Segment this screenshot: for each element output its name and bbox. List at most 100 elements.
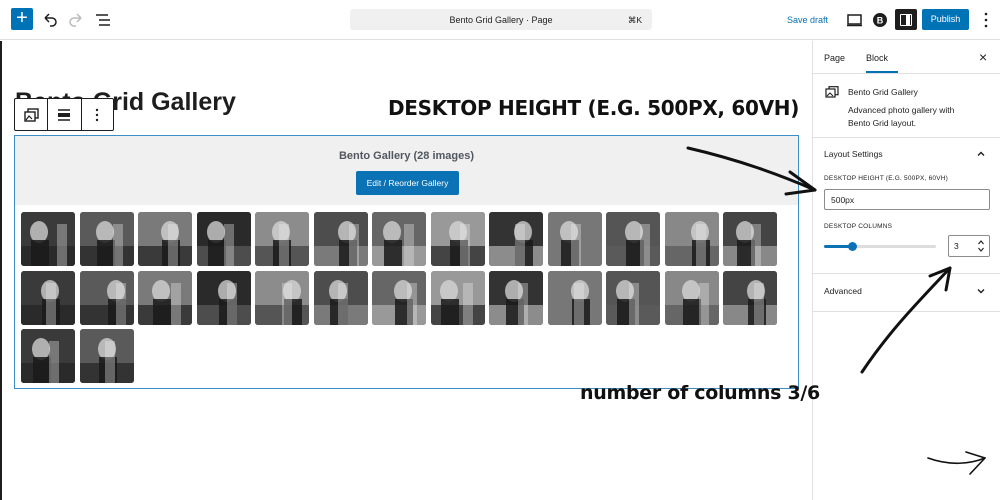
photo-image [313, 270, 368, 325]
save-draft-button[interactable]: Save draft [787, 15, 828, 25]
edit-reorder-gallery-button[interactable]: Edit / Reorder Gallery [356, 171, 459, 195]
gallery-thumbnail[interactable] [21, 270, 75, 325]
photo-image [430, 212, 485, 266]
editor-top-bar: + Bento Grid Gallery · Page ⌘K Save draf… [0, 0, 1000, 40]
gallery-block-icon [825, 86, 839, 98]
more-vertical-icon[interactable] [88, 106, 106, 124]
gallery-thumbnail[interactable] [313, 270, 368, 325]
photo-image [255, 270, 309, 325]
desktop-columns-label: DESKTOP COLUMNS [824, 223, 893, 230]
gallery-thumbnail[interactable] [21, 212, 75, 266]
photo-image [430, 270, 485, 325]
tab-block[interactable]: Block [866, 53, 888, 63]
gallery-thumbnail[interactable] [664, 212, 719, 266]
divider [813, 311, 1000, 312]
command-bar-shortcut: ⌘K [627, 15, 642, 25]
bento-gallery-block[interactable]: Bento Gallery (28 images) Edit / Reorder… [14, 135, 799, 389]
photo-image [138, 212, 192, 266]
settings-sidebar: Page Block × Bento Grid Gallery Advanced… [812, 41, 1000, 500]
divider [813, 137, 1000, 138]
gallery-block-icon[interactable] [23, 106, 41, 124]
advanced-panel-title[interactable]: Advanced [824, 286, 862, 296]
undo-icon[interactable] [40, 10, 60, 30]
photo-image [664, 270, 719, 325]
layout-settings-panel-title[interactable]: Layout Settings [824, 149, 883, 159]
redo-icon[interactable] [66, 10, 86, 30]
align-icon[interactable] [55, 106, 73, 124]
desktop-height-label: DESKTOP HEIGHT (E.G. 500PX, 60VH) [824, 175, 949, 182]
gallery-thumbnail[interactable] [606, 212, 660, 266]
document-overview-icon[interactable] [93, 10, 113, 30]
settings-icon[interactable] [895, 9, 917, 30]
chevron-up-icon[interactable] [976, 149, 986, 159]
block-card-name: Bento Grid Gallery [848, 87, 918, 97]
spinner-arrows-icon[interactable] [977, 238, 985, 254]
gallery-count-label: Bento Gallery (28 images) [338, 150, 475, 162]
photo-image [723, 270, 777, 325]
gallery-thumbnail[interactable] [21, 329, 75, 383]
gallery-thumbnail[interactable] [79, 329, 134, 383]
gallery-thumbnail[interactable] [138, 212, 192, 266]
photo-image [606, 212, 660, 266]
gallery-thumbnail[interactable] [430, 212, 485, 266]
gallery-thumbnail[interactable] [255, 212, 309, 266]
photo-image [21, 329, 75, 383]
height-annotation: DESKTOP HEIGHT (E.G. 500PX, 60VH) [388, 96, 800, 120]
gallery-thumbnail[interactable] [79, 212, 134, 266]
photo-image [196, 270, 251, 325]
photo-image [547, 212, 602, 266]
gallery-thumbnail[interactable] [723, 212, 777, 266]
gallery-thumbnail[interactable] [664, 270, 719, 325]
command-bar-title: Bento Grid Gallery · Page [449, 15, 553, 25]
gallery-thumbnail[interactable] [79, 270, 134, 325]
photo-image [21, 270, 75, 325]
gallery-thumbnail[interactable] [489, 212, 543, 266]
divider [813, 273, 1000, 274]
more-vertical-icon[interactable] [976, 10, 996, 30]
add-block-button[interactable]: + [11, 8, 33, 30]
photo-image [79, 329, 134, 383]
gallery-thumbnail[interactable] [723, 270, 777, 325]
photo-image [79, 212, 134, 266]
desktop-preview-icon[interactable] [845, 10, 865, 30]
publish-button[interactable]: Publish [922, 9, 969, 30]
gallery-thumbnail[interactable] [372, 212, 426, 266]
columns-annotation: number of columns 3/6 [580, 382, 820, 404]
gallery-thumbnail[interactable] [313, 212, 368, 266]
divider [813, 73, 1000, 74]
photo-image [196, 212, 251, 266]
photo-image [138, 270, 192, 325]
gallery-thumbnail[interactable] [547, 270, 602, 325]
gallery-thumbnail[interactable] [489, 270, 543, 325]
gallery-thumbnail[interactable] [372, 270, 426, 325]
chevron-down-icon[interactable] [976, 286, 986, 296]
gallery-thumbnail[interactable] [547, 212, 602, 266]
desktop-height-input[interactable]: 500px [824, 189, 990, 210]
photo-image [372, 212, 426, 266]
photo-image [723, 212, 777, 266]
photo-image [489, 270, 543, 325]
photo-image [21, 212, 75, 266]
plus-icon: + [16, 7, 28, 29]
gallery-thumbnail[interactable] [196, 212, 251, 266]
gallery-thumbnail[interactable] [606, 270, 660, 325]
photo-image [313, 212, 368, 266]
block-toolbar [14, 98, 114, 131]
block-card-description: Advanced photo gallery with Bento Grid l… [848, 105, 955, 128]
svg-text:B: B [877, 16, 884, 26]
command-palette-bar[interactable]: Bento Grid Gallery · Page ⌘K [350, 9, 652, 30]
gallery-thumbnail[interactable] [255, 270, 309, 325]
plugin-b-icon[interactable]: B [870, 10, 890, 30]
photo-image [664, 212, 719, 266]
canvas-left-edge [0, 41, 2, 500]
tab-page[interactable]: Page [824, 53, 845, 63]
photo-image [79, 270, 134, 325]
columns-slider-handle[interactable] [848, 242, 857, 251]
photo-image [255, 212, 309, 266]
photo-image [489, 212, 543, 266]
photo-image [372, 270, 426, 325]
close-icon[interactable]: × [979, 49, 987, 65]
gallery-thumbnail[interactable] [138, 270, 192, 325]
gallery-thumbnail[interactable] [196, 270, 251, 325]
gallery-thumbnail[interactable] [430, 270, 485, 325]
